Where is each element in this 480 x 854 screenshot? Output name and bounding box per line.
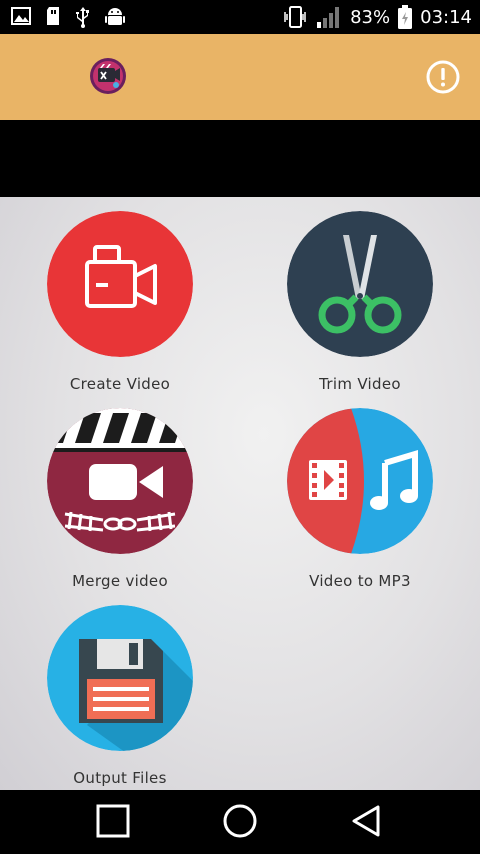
video-to-mp3-button[interactable]: Video to MP3	[275, 408, 445, 593]
trim-video-button[interactable]: Trim Video	[275, 211, 445, 396]
notification-icons	[10, 5, 126, 29]
info-icon[interactable]	[425, 59, 461, 95]
sd-card-icon	[47, 7, 59, 25]
floppy-disk-icon	[47, 605, 193, 751]
app-logo-icon	[90, 58, 126, 94]
tile-label: Video to MP3	[309, 572, 411, 590]
scissors-icon	[287, 211, 433, 357]
recent-apps-icon[interactable]	[93, 804, 133, 840]
tile-label: Output Files	[73, 769, 167, 787]
video-camera-icon	[47, 211, 193, 357]
clock: 03:14	[420, 6, 472, 28]
film-music-icon	[287, 408, 433, 554]
android-icon	[105, 8, 125, 25]
tile-label: Merge video	[72, 572, 168, 590]
output-files-button[interactable]: Output Files	[35, 605, 205, 790]
banner-area	[0, 120, 480, 197]
phone-vibrate-icon	[284, 6, 306, 28]
usb-icon	[76, 7, 89, 28]
back-icon[interactable]	[348, 804, 388, 840]
app-bar	[0, 34, 480, 120]
main-menu: Create Video Trim Video Merge video Vide…	[0, 197, 480, 790]
navigation-bar	[0, 790, 480, 854]
home-icon[interactable]	[220, 804, 260, 840]
merge-video-button[interactable]: Merge video	[35, 408, 205, 593]
clapperboard-icon	[47, 408, 193, 554]
signal-icon	[317, 7, 340, 28]
image-icon	[11, 7, 31, 25]
create-video-button[interactable]: Create Video	[35, 211, 205, 396]
tile-label: Create Video	[69, 375, 171, 393]
status-bar: 83% 03:14	[0, 0, 480, 34]
tile-label: Trim Video	[319, 375, 401, 393]
battery-percent: 83%	[350, 6, 391, 28]
battery-icon	[398, 5, 413, 29]
system-status: 83% 03:14	[282, 4, 472, 30]
